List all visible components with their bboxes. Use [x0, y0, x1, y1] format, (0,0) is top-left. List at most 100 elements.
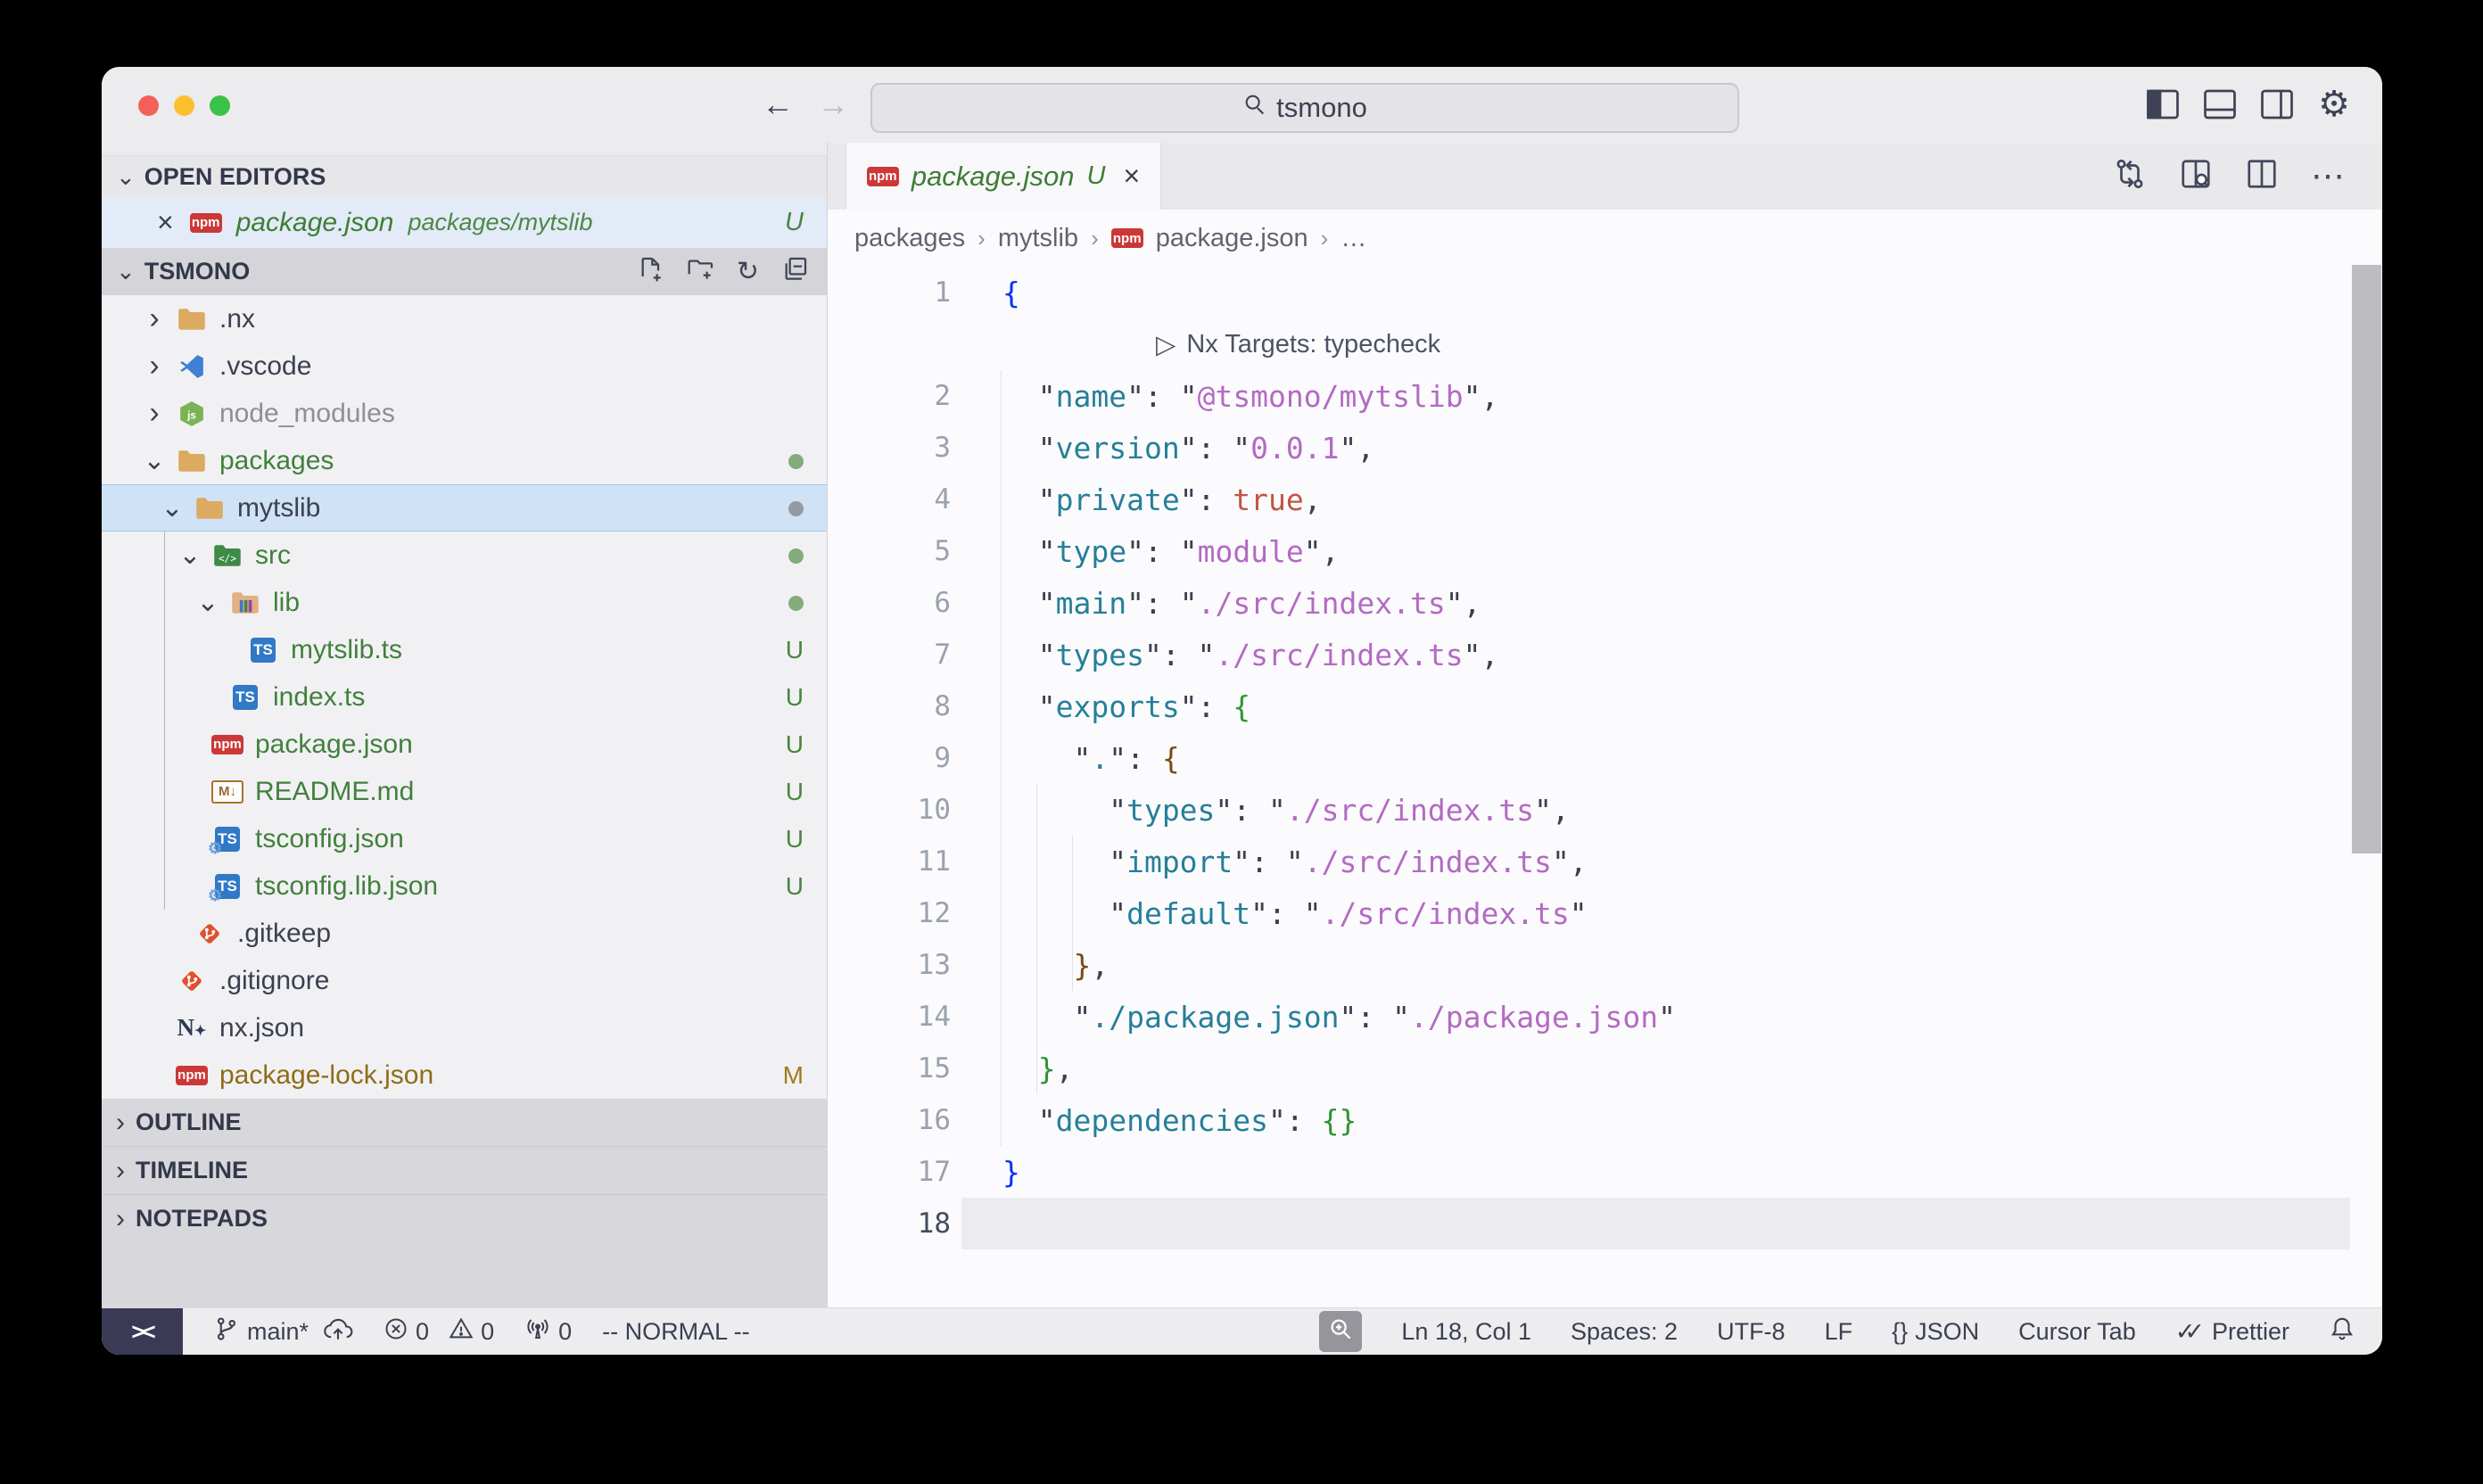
tree-item-package-json[interactable]: npmpackage.jsonU	[102, 721, 827, 768]
chevron-down-icon[interactable]: ⌄	[137, 445, 171, 476]
tree-item-tsconfig-lib-json[interactable]: TS⚙tsconfig.lib.jsonU	[102, 862, 827, 910]
chevron-down-icon[interactable]: ⌄	[155, 492, 189, 524]
chevron-down-icon[interactable]: ⌄	[173, 540, 207, 571]
code-line-1[interactable]: 1{	[828, 267, 2382, 318]
forward-arrow-icon[interactable]: →	[817, 87, 849, 122]
code-line-13[interactable]: 13 },	[828, 939, 2382, 991]
more-actions-icon[interactable]: ⋯	[2311, 156, 2347, 196]
broadcast-item[interactable]: 0	[524, 1315, 572, 1348]
open-editors-header[interactable]: ⌄ OPEN EDITORS	[102, 155, 827, 198]
tab-package-json[interactable]: npm package.json U ×	[846, 143, 1161, 210]
tree-item-lib[interactable]: ⌄lib	[102, 579, 827, 626]
chevron-right-icon[interactable]: ›	[137, 301, 171, 336]
remote-indicator[interactable]: ><	[102, 1308, 183, 1355]
double-check-icon: ✓✓	[2175, 1318, 2205, 1346]
indentation[interactable]: Spaces: 2	[1571, 1318, 1678, 1346]
code-editor[interactable]: 1{▷Nx Targets: typecheck2 "name": "@tsmo…	[828, 267, 2382, 1308]
settings-gear-icon[interactable]: ⚙	[2318, 87, 2350, 122]
toggle-panel-icon[interactable]	[2204, 89, 2236, 120]
back-arrow-icon[interactable]: ←	[762, 87, 794, 122]
tree-item-label: nx.json	[219, 1013, 304, 1043]
tree-item-index-ts[interactable]: TSindex.tsU	[102, 673, 827, 721]
toggle-primary-sidebar-icon[interactable]	[2147, 89, 2179, 120]
code-text: },	[1002, 1051, 1074, 1086]
code-line-11[interactable]: 11 "import": "./src/index.ts",	[828, 836, 2382, 887]
codelens-nx-targets[interactable]: ▷Nx Targets: typecheck	[828, 318, 2382, 370]
open-preview-icon[interactable]	[2179, 157, 2213, 195]
code-line-12[interactable]: 12 "default": "./src/index.ts"	[828, 887, 2382, 939]
screencast-zoom-badge[interactable]	[1319, 1311, 1362, 1352]
tree-item-package-lock-json[interactable]: npmpackage-lock.jsonM	[102, 1051, 827, 1099]
code-line-17[interactable]: 17}	[828, 1146, 2382, 1198]
formatter-item[interactable]: ✓✓ Prettier	[2175, 1318, 2289, 1346]
code-line-14[interactable]: 14 "./package.json": "./package.json"	[828, 991, 2382, 1043]
close-window-button[interactable]	[138, 95, 159, 116]
tree-item-tsconfig-json[interactable]: TS⚙tsconfig.jsonU	[102, 815, 827, 862]
split-editor-icon[interactable]	[2245, 157, 2279, 195]
tab-close-icon[interactable]: ×	[1123, 160, 1140, 193]
open-editor-item[interactable]: × npm package.json packages/mytslib U	[102, 197, 827, 248]
breadcrumb-item[interactable]: …	[1340, 224, 1366, 253]
command-center-search[interactable]: tsmono	[870, 83, 1739, 133]
vim-mode-item[interactable]: -- NORMAL --	[602, 1318, 749, 1346]
tree-item--gitignore[interactable]: .gitignore	[102, 957, 827, 1004]
section-outline[interactable]: ›OUTLINE	[102, 1099, 827, 1146]
chevron-right-icon[interactable]: ›	[137, 396, 171, 431]
breadcrumb-item[interactable]: mytslib	[998, 224, 1078, 253]
code-line-16[interactable]: 16 "dependencies": {}	[828, 1094, 2382, 1146]
chevron-down-icon[interactable]: ⌄	[191, 587, 225, 618]
workspace-section-header[interactable]: ⌄ TSMONO ↻	[102, 248, 827, 295]
chevron-right-icon[interactable]: ›	[137, 349, 171, 383]
cursor-position[interactable]: Ln 18, Col 1	[1401, 1318, 1531, 1346]
code-line-6[interactable]: 6 "main": "./src/index.ts",	[828, 577, 2382, 629]
tree-item-packages[interactable]: ⌄packages	[102, 437, 827, 484]
new-folder-icon[interactable]	[687, 255, 715, 288]
git-icon	[171, 968, 212, 994]
tree-item-mytslib[interactable]: ⌄mytslib	[102, 484, 827, 532]
tree-item-nx-json[interactable]: N✦nx.json	[102, 1004, 827, 1051]
section-timeline[interactable]: ›TIMELINE	[102, 1146, 827, 1194]
breadcrumb-item[interactable]: packages	[854, 224, 965, 253]
collapse-all-icon[interactable]	[780, 255, 809, 288]
tree-item-mytslib-ts[interactable]: TSmytslib.tsU	[102, 626, 827, 673]
tree-item--gitkeep[interactable]: .gitkeep	[102, 910, 827, 957]
tree-item--vscode[interactable]: ›.vscode	[102, 342, 827, 390]
code-line-9[interactable]: 9 ".": {	[828, 732, 2382, 784]
toggle-secondary-sidebar-icon[interactable]	[2261, 89, 2293, 120]
tree-item-readme-md[interactable]: M↓README.mdU	[102, 768, 827, 815]
breadcrumb-item[interactable]: package.json	[1156, 224, 1308, 253]
git-status-badge: U	[786, 683, 804, 712]
tree-item-label: README.md	[255, 777, 414, 807]
new-file-icon[interactable]	[637, 255, 665, 288]
eol-sequence[interactable]: LF	[1825, 1318, 1853, 1346]
tree-item-label: package-lock.json	[219, 1060, 433, 1091]
code-line-3[interactable]: 3 "version": "0.0.1",	[828, 422, 2382, 474]
code-line-2[interactable]: 2 "name": "@tsmono/mytslib",	[828, 370, 2382, 422]
code-line-15[interactable]: 15 },	[828, 1043, 2382, 1094]
encoding[interactable]: UTF-8	[1717, 1318, 1786, 1346]
breadcrumbs[interactable]: packages›mytslib›npmpackage.json›…	[828, 210, 2382, 267]
section-notepads[interactable]: ›NOTEPADS	[102, 1194, 827, 1242]
notifications-bell-icon[interactable]	[2329, 1315, 2355, 1348]
language-mode[interactable]: {} JSON	[1892, 1318, 1979, 1346]
code-line-7[interactable]: 7 "types": "./src/index.ts",	[828, 629, 2382, 680]
code-line-5[interactable]: 5 "type": "module",	[828, 525, 2382, 577]
close-icon[interactable]: ×	[157, 206, 174, 239]
tree-item-src[interactable]: ⌄</>src	[102, 532, 827, 579]
problems-item[interactable]: 0 0	[384, 1316, 494, 1348]
code-line-4[interactable]: 4 "private": true,	[828, 474, 2382, 525]
tree-item-label: index.ts	[273, 682, 365, 713]
code-line-8[interactable]: 8 "exports": {	[828, 680, 2382, 732]
line-number: 1	[828, 276, 951, 309]
tree-item-node-modules[interactable]: ›jsnode_modules	[102, 390, 827, 437]
run-icon: ▷	[1156, 329, 1176, 360]
minimize-window-button[interactable]	[174, 95, 194, 116]
maximize-window-button[interactable]	[210, 95, 230, 116]
code-line-18[interactable]: 18	[828, 1198, 2382, 1249]
open-changes-icon[interactable]	[2113, 157, 2147, 195]
git-branch-item[interactable]: main*	[213, 1315, 353, 1348]
tree-item--nx[interactable]: ›.nx	[102, 295, 827, 342]
cursor-tab-toggle[interactable]: Cursor Tab	[2018, 1318, 2136, 1346]
code-line-10[interactable]: 10 "types": "./src/index.ts",	[828, 784, 2382, 836]
refresh-icon[interactable]: ↻	[737, 256, 759, 287]
